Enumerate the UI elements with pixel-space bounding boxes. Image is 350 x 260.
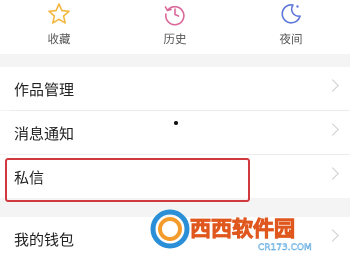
favorites-label: 收藏 [47, 32, 71, 46]
svg-text:西西软件园: 西西软件园 [190, 217, 295, 241]
chevron-right-icon [326, 79, 339, 92]
cursor-dot [174, 121, 178, 125]
menu-item-label: 作品管理 [14, 81, 75, 99]
history-button[interactable]: 历史 [140, 0, 210, 54]
night-moon-icon [281, 4, 301, 24]
highlight-box [5, 158, 250, 202]
history-clock-icon [164, 5, 185, 26]
night-mode-button[interactable]: 夜间 [256, 0, 326, 54]
menu-item-label: 我的钱包 [14, 231, 75, 249]
quick-actions-bar: 收藏 历史 夜间 [0, 0, 350, 54]
menu-item-message-notifications[interactable]: 消息通知 [0, 111, 350, 154]
svg-text:CR173.COM: CR173.COM [258, 243, 312, 253]
menu-item-label: 消息通知 [14, 125, 75, 143]
chevron-right-icon [326, 167, 339, 180]
chevron-right-icon [326, 123, 339, 136]
night-mode-label: 夜间 [279, 32, 303, 46]
menu-item-works-management[interactable]: 作品管理 [0, 67, 350, 110]
history-label: 历史 [163, 32, 187, 46]
favorites-button[interactable]: 收藏 [24, 0, 94, 54]
star-icon [48, 3, 70, 24]
watermark-logo: 西西软件园 CR173.COM [148, 205, 350, 255]
